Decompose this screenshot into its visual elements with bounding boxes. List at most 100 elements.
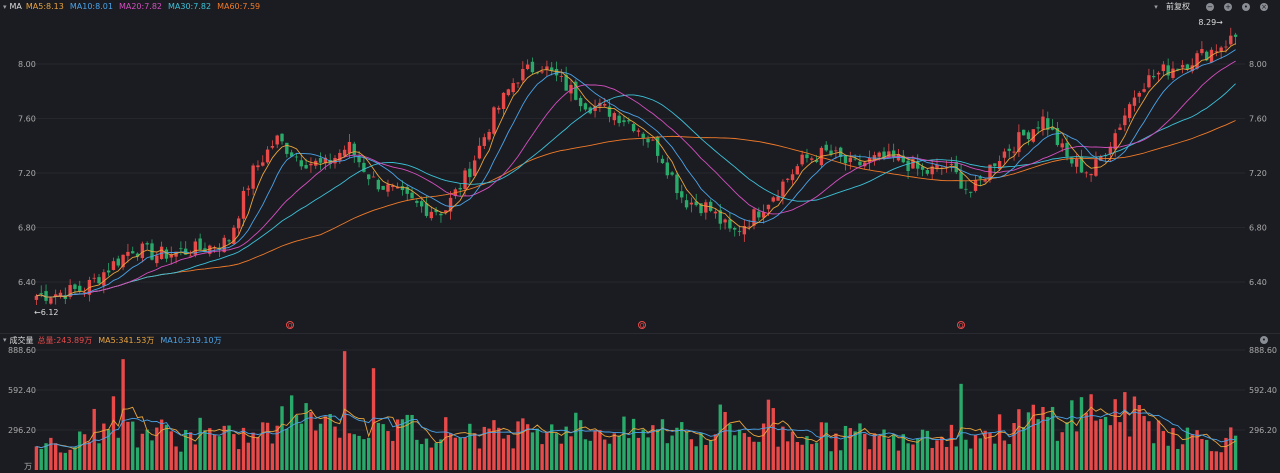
- volume-bar: [1055, 440, 1060, 470]
- volume-bar: [126, 421, 130, 470]
- candle-body: [728, 219, 732, 229]
- volume-title[interactable]: 成交量: [10, 335, 34, 346]
- candle-body: [684, 200, 689, 208]
- candle-body: [603, 103, 607, 106]
- candle-body: [675, 174, 679, 194]
- volume-bar: [1065, 422, 1069, 470]
- volume-bar: [275, 425, 279, 470]
- volume-bar: [58, 452, 63, 470]
- candle-body: [58, 292, 63, 296]
- candle-body: [304, 165, 308, 169]
- zoom-out-icon[interactable]: −: [1206, 2, 1214, 11]
- adjust-dropdown[interactable]: ▾ 前复权: [1154, 1, 1196, 12]
- settings-icon[interactable]: •: [1242, 2, 1250, 11]
- volume-bar: [699, 432, 703, 470]
- candle-body: [246, 188, 250, 190]
- price-chart[interactable]: 8.00 8.00 7.60 7.60 7.20 7.20 6.80 6.80 6.40 6.40…: [0, 13, 1280, 333]
- candle-body: [578, 97, 583, 107]
- volume-bar: [1050, 406, 1055, 470]
- indicator-name[interactable]: MA: [10, 2, 22, 11]
- volume-bar: [236, 449, 241, 470]
- candle-body: [771, 197, 775, 202]
- volume-bar: [858, 423, 862, 470]
- candle-body: [140, 243, 145, 259]
- volume-bar: [920, 429, 925, 470]
- candle-body: [689, 202, 694, 205]
- candle-body: [497, 107, 501, 110]
- candle-body: [521, 69, 525, 81]
- ma20-line: [36, 60, 1236, 298]
- candle-body: [525, 64, 530, 69]
- event-marker-label: Q: [288, 323, 293, 330]
- volume-bar: [208, 428, 212, 470]
- volume-bar: [246, 442, 250, 470]
- volume-bar: [241, 427, 246, 470]
- candle-body: [1065, 143, 1069, 157]
- candle-body: [660, 158, 665, 164]
- event-marker-label: Q: [640, 323, 645, 330]
- volume-bar: [930, 447, 934, 470]
- volume-y-tick-right: 296.20: [1249, 426, 1277, 435]
- volume-bar: [1007, 444, 1011, 470]
- volume-bar: [675, 427, 679, 470]
- volume-bar: [877, 435, 881, 470]
- candle-body: [318, 158, 323, 163]
- volume-bar: [472, 433, 477, 470]
- candle-body: [487, 131, 491, 140]
- volume-bar: [559, 443, 564, 470]
- candle-body: [102, 272, 106, 286]
- candle-body: [400, 186, 405, 191]
- volume-bar: [819, 422, 824, 470]
- volume-settings-icon[interactable]: •: [1260, 336, 1268, 344]
- volume-chart[interactable]: 888.60 888.60 592.40 592.40 296.20 296.20 万: [0, 346, 1280, 473]
- candle-body: [511, 83, 515, 93]
- volume-bar: [1209, 451, 1214, 470]
- volume-collapse-chevron-icon[interactable]: ▾: [3, 336, 7, 344]
- volume-bar: [506, 434, 511, 470]
- candle-body: [34, 295, 39, 300]
- price-panel-header: ▾ MA MA5:8.13 MA10:8.01 MA20:7.82 MA30:7…: [0, 0, 1280, 13]
- volume-bar: [805, 436, 809, 470]
- candle-body: [1219, 47, 1223, 52]
- candle-body: [636, 130, 641, 132]
- candle-body: [294, 156, 299, 158]
- volume-bar: [973, 435, 978, 470]
- candle-body: [1007, 148, 1011, 151]
- candle-body: [969, 191, 973, 193]
- candle-body: [530, 61, 535, 73]
- candle-body: [1137, 92, 1141, 97]
- candle-body: [367, 174, 371, 180]
- volume-bar: [49, 437, 53, 470]
- volume-bar: [352, 434, 356, 470]
- volume-bar: [362, 439, 366, 470]
- candle-body: [906, 160, 910, 172]
- candle-body: [617, 115, 621, 124]
- candle-body: [347, 141, 352, 154]
- volume-bar: [848, 428, 852, 470]
- volume-bar: [733, 435, 737, 470]
- vol-ma5-label: MA5:341.53万: [98, 335, 155, 345]
- close-icon[interactable]: ×: [1260, 2, 1268, 11]
- candle-body: [795, 166, 800, 175]
- candle-body: [516, 82, 520, 84]
- volume-bar: [684, 431, 689, 470]
- volume-bar: [1031, 404, 1036, 470]
- volume-bar: [53, 443, 58, 470]
- volume-bar: [1094, 420, 1098, 470]
- candle-body: [1195, 53, 1199, 69]
- price-y-tick-left: 8.00: [18, 60, 36, 69]
- candle-body: [1074, 159, 1079, 167]
- volume-bar: [867, 449, 872, 470]
- volume-bar: [280, 406, 284, 470]
- zoom-in-icon[interactable]: +: [1224, 2, 1232, 11]
- ma5-line: [36, 43, 1236, 298]
- candle-body: [1152, 76, 1156, 78]
- candle-body: [997, 160, 1002, 170]
- volume-bar: [386, 431, 390, 470]
- candle-body: [97, 277, 101, 284]
- candle-body: [73, 284, 77, 289]
- volume-bar: [636, 437, 641, 470]
- collapse-chevron-icon[interactable]: ▾: [3, 3, 7, 11]
- volume-bar: [1132, 396, 1137, 470]
- volume-bar: [954, 446, 958, 470]
